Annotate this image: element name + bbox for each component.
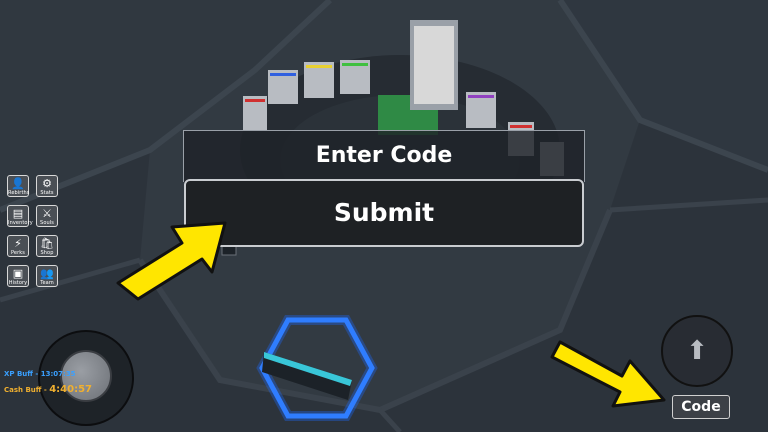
arrow-to-code-icon <box>550 340 666 408</box>
arrow-to-submit-icon <box>116 221 227 301</box>
annotation-arrows <box>116 221 666 408</box>
